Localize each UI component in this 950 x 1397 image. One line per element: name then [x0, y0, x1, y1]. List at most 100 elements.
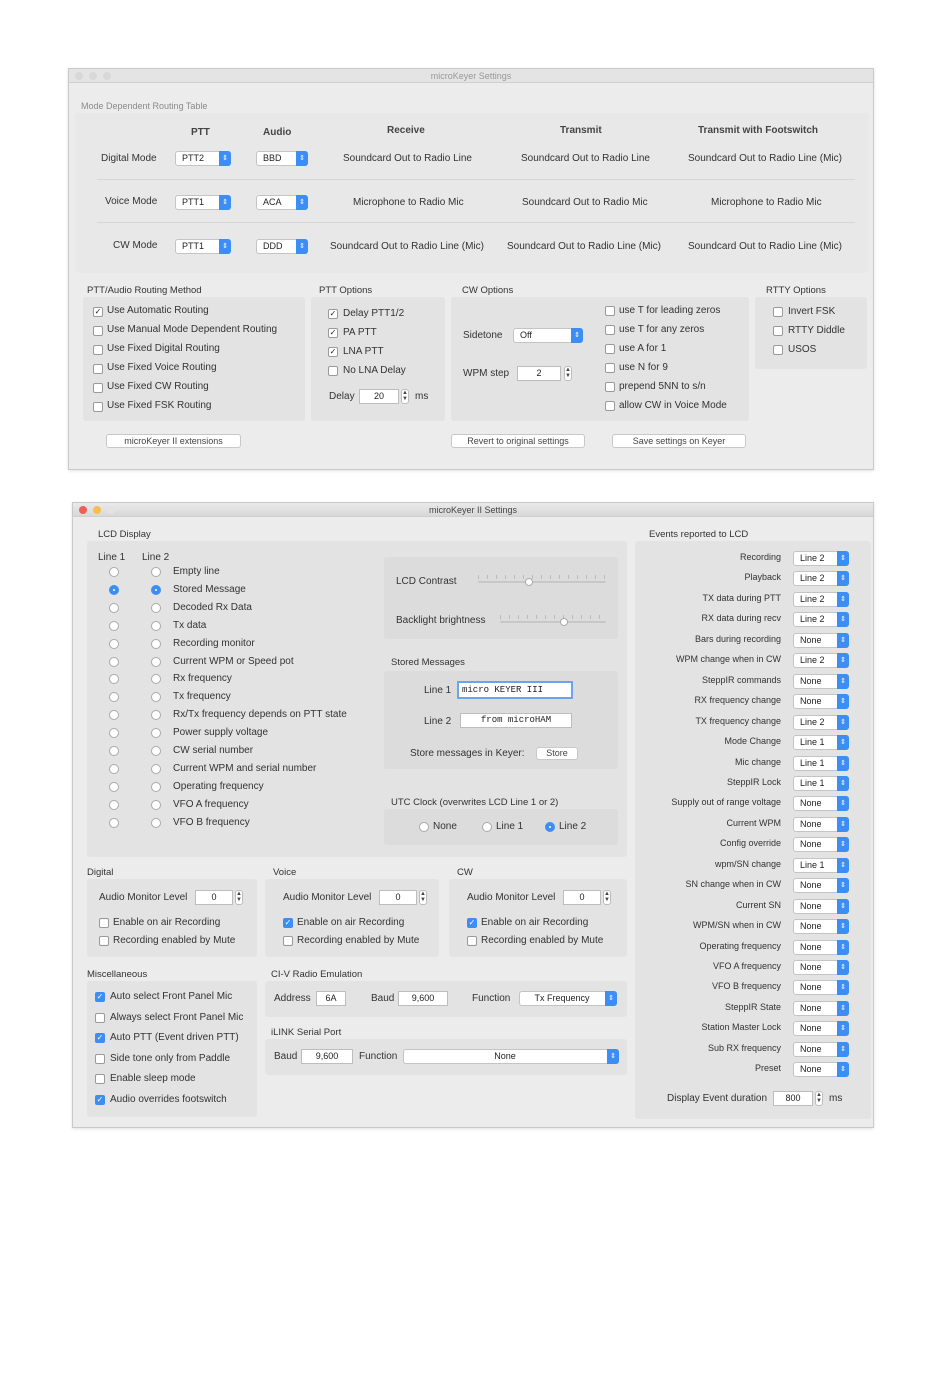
lcd-line2-radio[interactable] [151, 656, 161, 667]
cw-ptt-popup[interactable]: PTT1 ⇕ [175, 239, 231, 254]
utc-line1-radio[interactable] [482, 822, 492, 832]
rm-check-2[interactable] [93, 345, 103, 355]
delay-stepper[interactable]: ▲ ▼ [401, 389, 409, 404]
cwo-check-2[interactable] [605, 344, 615, 354]
wpm-step-stepper[interactable]: ▲ ▼ [564, 366, 572, 381]
rtty-check-2[interactable] [773, 345, 783, 355]
voice-audio-popup[interactable]: ACA ⇕ [256, 195, 308, 210]
close-window-button[interactable] [75, 72, 83, 80]
misc-check[interactable] [95, 1012, 105, 1023]
save-on-keyer-button[interactable]: Save settings on Keyer [612, 434, 746, 448]
lcd-line1-radio[interactable] [109, 763, 119, 774]
digital-mute-check[interactable] [99, 936, 109, 946]
misc-check[interactable] [95, 1074, 105, 1084]
lcd-contrast-slider[interactable] [478, 581, 606, 583]
lcd-line2-radio[interactable] [151, 728, 161, 739]
lcd-line1-radio[interactable] [109, 620, 119, 631]
ptt-check-3[interactable] [328, 366, 338, 376]
voice-level-stepper[interactable]: ▲ ▼ [419, 890, 427, 905]
wpm-step-field[interactable]: 2 [517, 366, 561, 381]
cw-receive[interactable]: Soundcard Out to Radio Line (Mic) [330, 241, 484, 252]
ptt-check-0[interactable]: ✓ [328, 309, 338, 319]
event-line-popup[interactable]: Line 1 ⇕ [793, 735, 849, 751]
event-line-popup[interactable]: None ⇕ [793, 694, 849, 710]
rm-check-3[interactable] [93, 364, 103, 374]
voice-receive[interactable]: Microphone to Radio Mic [353, 197, 464, 208]
voice-ptt-popup[interactable]: PTT1 ⇕ [175, 195, 231, 210]
rm-check-5[interactable] [93, 402, 103, 412]
zoom-window-button[interactable] [103, 72, 111, 80]
event-line-popup[interactable]: Line 1 ⇕ [793, 755, 849, 771]
civ-function-popup[interactable]: Tx Frequency ⇕ [519, 991, 617, 1006]
cw-enable-check[interactable]: ✓ [467, 918, 477, 928]
lcd-line2-radio[interactable] [151, 763, 161, 774]
lcd-line2-radio[interactable] [151, 781, 161, 792]
digital-enable-check[interactable] [99, 918, 109, 928]
cwo-check-4[interactable] [605, 382, 615, 392]
utc-none-radio[interactable] [419, 822, 429, 832]
cwo-check-5[interactable] [605, 401, 615, 411]
lcd-line1-radio[interactable] [109, 746, 119, 756]
voice-mute-check[interactable] [283, 936, 293, 946]
lcd-line1-radio[interactable] [109, 584, 119, 595]
event-duration-stepper[interactable]: ▲ ▼ [815, 1091, 823, 1106]
ilink-function-popup[interactable]: None ⇕ [403, 1049, 619, 1064]
event-line-popup[interactable]: None ⇕ [793, 939, 849, 955]
rm-check-0[interactable]: ✓ [93, 307, 103, 317]
event-line-popup[interactable]: None ⇕ [793, 796, 849, 812]
lcd-line1-radio[interactable] [109, 781, 119, 792]
lcd-line1-radio[interactable] [109, 799, 119, 810]
rm-check-4[interactable] [93, 383, 103, 393]
cwo-check-1[interactable] [605, 325, 615, 335]
rm-check-1[interactable] [93, 326, 103, 336]
rtty-check-1[interactable] [773, 326, 783, 336]
misc-check[interactable]: ✓ [95, 1033, 105, 1043]
misc-check[interactable] [95, 1053, 105, 1064]
event-line-popup[interactable]: Line 2 ⇕ [793, 571, 849, 587]
ptt-check-2[interactable]: ✓ [328, 347, 338, 357]
rtty-check-0[interactable] [773, 307, 783, 317]
event-line-popup[interactable]: None ⇕ [793, 816, 849, 832]
lcd-line1-radio[interactable] [109, 710, 119, 721]
cw-mute-check[interactable] [467, 936, 477, 946]
cw-level-field[interactable]: 0 [563, 890, 601, 905]
event-line-popup[interactable]: Line 1 ⇕ [793, 857, 849, 873]
backlight-knob[interactable] [559, 618, 568, 626]
cw-audio-popup[interactable]: DDD ⇕ [256, 239, 308, 254]
lcd-line1-radio[interactable] [109, 656, 119, 667]
minimize-window-button[interactable] [93, 506, 101, 514]
event-line-popup[interactable]: None ⇕ [793, 960, 849, 975]
digital-footswitch[interactable]: Soundcard Out to Radio Line (Mic) [688, 153, 842, 164]
lcd-line1-radio[interactable] [109, 602, 119, 613]
event-line-popup[interactable]: None ⇕ [793, 673, 849, 689]
event-line-popup[interactable]: Line 2 ⇕ [793, 551, 849, 566]
ptt-check-1[interactable]: ✓ [328, 328, 338, 338]
digital-audio-popup[interactable]: BBD ⇕ [256, 151, 308, 166]
lcd-line1-radio[interactable] [109, 728, 119, 739]
lcd-line2-radio[interactable] [151, 799, 161, 810]
minimize-window-button[interactable] [89, 72, 97, 80]
lcd-line1-radio[interactable] [109, 817, 119, 828]
cw-footswitch[interactable]: Soundcard Out to Radio Line (Mic) [688, 241, 842, 252]
utc-line2-radio[interactable] [545, 822, 555, 832]
event-line-popup[interactable]: Line 1 ⇕ [793, 775, 849, 791]
lcd-line1-radio[interactable] [109, 692, 119, 703]
sidetone-popup[interactable]: Off ⇕ [513, 328, 583, 343]
digital-receive[interactable]: Soundcard Out to Radio Line [343, 153, 472, 164]
event-line-popup[interactable]: None ⇕ [793, 1021, 849, 1037]
event-line-popup[interactable]: None ⇕ [793, 632, 849, 648]
event-line-popup[interactable]: Line 2 ⇕ [793, 714, 849, 730]
event-duration-field[interactable]: 800 [773, 1091, 813, 1106]
lcd-line2-radio[interactable] [151, 746, 161, 756]
lcd-line2-radio[interactable] [151, 602, 161, 613]
civ-address-field[interactable]: 6A [316, 991, 346, 1006]
event-line-popup[interactable]: None ⇕ [793, 1000, 849, 1016]
lcd-line2-radio[interactable] [151, 710, 161, 721]
event-line-popup[interactable]: Line 2 ⇕ [793, 612, 849, 628]
digital-level-field[interactable]: 0 [195, 890, 233, 905]
civ-baud-field[interactable]: 9,600 [398, 991, 448, 1006]
misc-check[interactable]: ✓ [95, 992, 105, 1002]
lcd-line2-radio[interactable] [151, 638, 161, 649]
voice-transmit[interactable]: Soundcard Out to Radio Mic [522, 197, 648, 208]
delay-field[interactable]: 20 [359, 389, 399, 404]
